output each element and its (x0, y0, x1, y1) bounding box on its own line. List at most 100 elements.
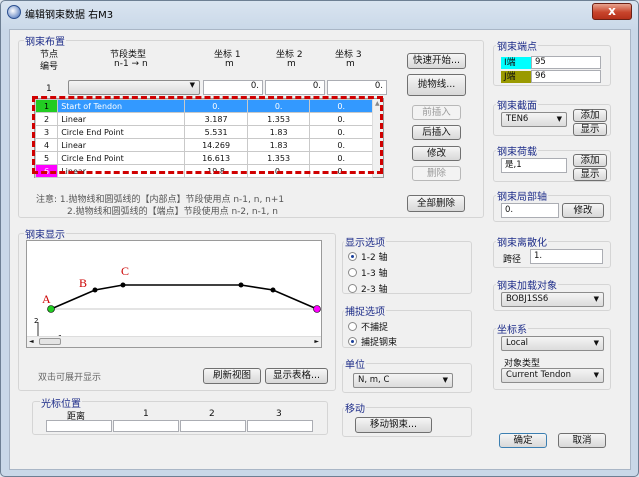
radio-axis-2-3[interactable]: 2-3 轴 (348, 282, 388, 295)
segment-type-cell: Linear (57, 138, 186, 152)
input-node-number: 1 (46, 84, 52, 94)
cursor-position-title: 光标位置 (40, 395, 82, 410)
table-row[interactable]: 6 Linear 19.8 0. 0. (34, 164, 373, 178)
coordinate-system-title: 坐标系 (496, 321, 528, 336)
coordinate-system-select[interactable]: Local ▼ (501, 336, 604, 351)
segment-type-select[interactable]: ▼ (68, 80, 200, 95)
i-end-label: I端 (501, 57, 531, 69)
cursor-col3-value (247, 420, 313, 432)
tendon-table: 1 Start of Tendon 0. 0. 0. 2 Linear 3.187 1.353 0… (34, 99, 373, 178)
span-input[interactable]: 1. (530, 249, 603, 264)
table-row[interactable]: 3 Circle End Point 5.531 1.83 0. (34, 125, 373, 139)
load-add-button[interactable]: 添加 (573, 154, 607, 167)
coord1-cell: 19.8 (184, 164, 248, 178)
radio-icon (348, 322, 357, 331)
node-number-cell: 4 (34, 138, 59, 152)
table-row[interactable]: 4 Linear 14.269 1.83 0. (34, 138, 373, 152)
section-show-button[interactable]: 显示 (573, 123, 607, 136)
units-title: 单位 (344, 356, 366, 371)
node-number-cell: 6 (34, 164, 59, 178)
node-number-cell: 3 (34, 125, 59, 139)
node-number-cell: 5 (34, 151, 59, 165)
load-show-button[interactable]: 显示 (573, 168, 607, 181)
coord3-cell: 0. (309, 151, 373, 165)
col-c1-unit: m (225, 59, 234, 69)
segment-type-cell: Linear (57, 112, 186, 126)
radio-no-snap[interactable]: 不捕捉 (348, 320, 388, 333)
insert-before-button[interactable]: 前插入 (412, 105, 461, 120)
tendon-canvas[interactable]: A B C 2 1 ◄ ► (26, 240, 322, 348)
local-axis-value[interactable]: 0. (501, 203, 559, 218)
ok-button[interactable]: 确定 (499, 433, 547, 448)
table-row[interactable]: 2 Linear 3.187 1.353 0. (34, 112, 373, 126)
local-axis-modify-button[interactable]: 修改 (562, 203, 604, 218)
radio-axis-1-2[interactable]: 1-2 轴 (348, 250, 388, 263)
coord3-cell: 0. (309, 125, 373, 139)
tendon-end-node (313, 305, 321, 313)
tendon-load-value[interactable]: 是,1 (501, 158, 567, 173)
units-select[interactable]: N, m, C ▼ (353, 373, 453, 388)
tendon-display-title: 钢束显示 (24, 226, 66, 241)
scroll-thumb[interactable] (39, 338, 61, 345)
coord3-cell: 0. (309, 99, 373, 113)
tendon-section-title: 钢束截面 (496, 97, 538, 112)
coord1-input[interactable]: 0. (203, 80, 263, 95)
insert-after-button[interactable]: 后插入 (412, 125, 461, 140)
tendon-table-container: 1 Start of Tendon 0. 0. 0. 2 Linear 3.187 1.353 0… (34, 98, 384, 178)
j-end-value[interactable]: 96 (531, 70, 601, 83)
delete-all-button[interactable]: 全部删除 (407, 195, 465, 212)
coord2-cell: 1.83 (246, 125, 311, 139)
coord1-cell: 3.187 (184, 112, 248, 126)
move-title: 移动 (344, 400, 366, 415)
modify-button[interactable]: 修改 (412, 146, 461, 161)
i-end-value[interactable]: 95 (531, 56, 601, 69)
radio-selected-icon (348, 252, 357, 261)
canvas-hscrollbar[interactable]: ◄ ► (27, 336, 321, 347)
coord3-input[interactable]: 0. (327, 80, 387, 95)
coord2-input[interactable]: 0. (265, 80, 325, 95)
coord2-cell: 0. (246, 99, 311, 113)
delete-button[interactable]: 删除 (412, 166, 461, 181)
parabola-button[interactable]: 抛物线... (407, 74, 466, 96)
j-end-label: J端 (501, 71, 531, 83)
local-axis-title: 钢束局部轴 (496, 188, 548, 203)
tendon-node-2 (92, 287, 98, 293)
col-type-header-2: n-1 → n (114, 59, 148, 69)
radio-icon (348, 268, 357, 277)
scroll-left-icon[interactable]: ◄ (29, 338, 34, 345)
segment-type-cell: Circle End Point (57, 125, 186, 139)
tendon-section-select[interactable]: TEN6 ▼ (501, 112, 567, 127)
coord2-cell: 1.353 (246, 112, 311, 126)
move-tendon-button[interactable]: 移动钢束... (355, 417, 432, 433)
radio-snap-tendon[interactable]: 捕捉钢束 (348, 335, 397, 348)
quick-start-button[interactable]: 快速开始... (407, 53, 466, 69)
table-row[interactable]: 5 Circle End Point 16.613 1.353 0. (34, 151, 373, 165)
coord2-cell: 1.353 (246, 151, 311, 165)
show-table-button[interactable]: 显示表格... (265, 368, 328, 384)
radio-axis-1-3[interactable]: 1-3 轴 (348, 266, 388, 279)
coord1-cell: 16.613 (184, 151, 248, 165)
reference-type-select[interactable]: Current Tendon ▼ (501, 368, 604, 383)
tendon-start-node (47, 305, 55, 313)
segment-type-cell: Linear (57, 164, 186, 178)
window-title: 编辑钢束数据 右M3 (25, 10, 114, 21)
chevron-down-icon: ▼ (189, 81, 195, 89)
table-row[interactable]: 1 Start of Tendon 0. 0. 0. (34, 99, 373, 113)
radio-selected-icon (348, 337, 357, 346)
load-object-select[interactable]: BOBJ1SS6 ▼ (501, 292, 604, 307)
chevron-down-icon: ▼ (593, 371, 599, 379)
close-button[interactable]: x (592, 3, 632, 20)
node-number-cell: 1 (34, 99, 59, 113)
coord2-cell: 1.83 (246, 138, 311, 152)
table-scrollbar[interactable]: ▲ (372, 99, 383, 177)
tendon-line (50, 284, 318, 310)
title-bar: 编辑钢束数据 右M3 x (1, 1, 638, 23)
cancel-button[interactable]: 取消 (558, 433, 606, 448)
scroll-right-icon[interactable]: ► (314, 338, 319, 345)
section-add-button[interactable]: 添加 (573, 109, 607, 122)
refresh-view-button[interactable]: 刷新视图 (203, 368, 261, 384)
scroll-up-icon[interactable]: ▲ (375, 100, 380, 107)
cursor-col1-header: 1 (143, 409, 149, 419)
tendon-node-4 (238, 282, 244, 288)
dialog-window: 编辑钢束数据 右M3 x 钢束布置 节点 编号 节段类型 n-1 → n 坐标 … (0, 0, 639, 477)
